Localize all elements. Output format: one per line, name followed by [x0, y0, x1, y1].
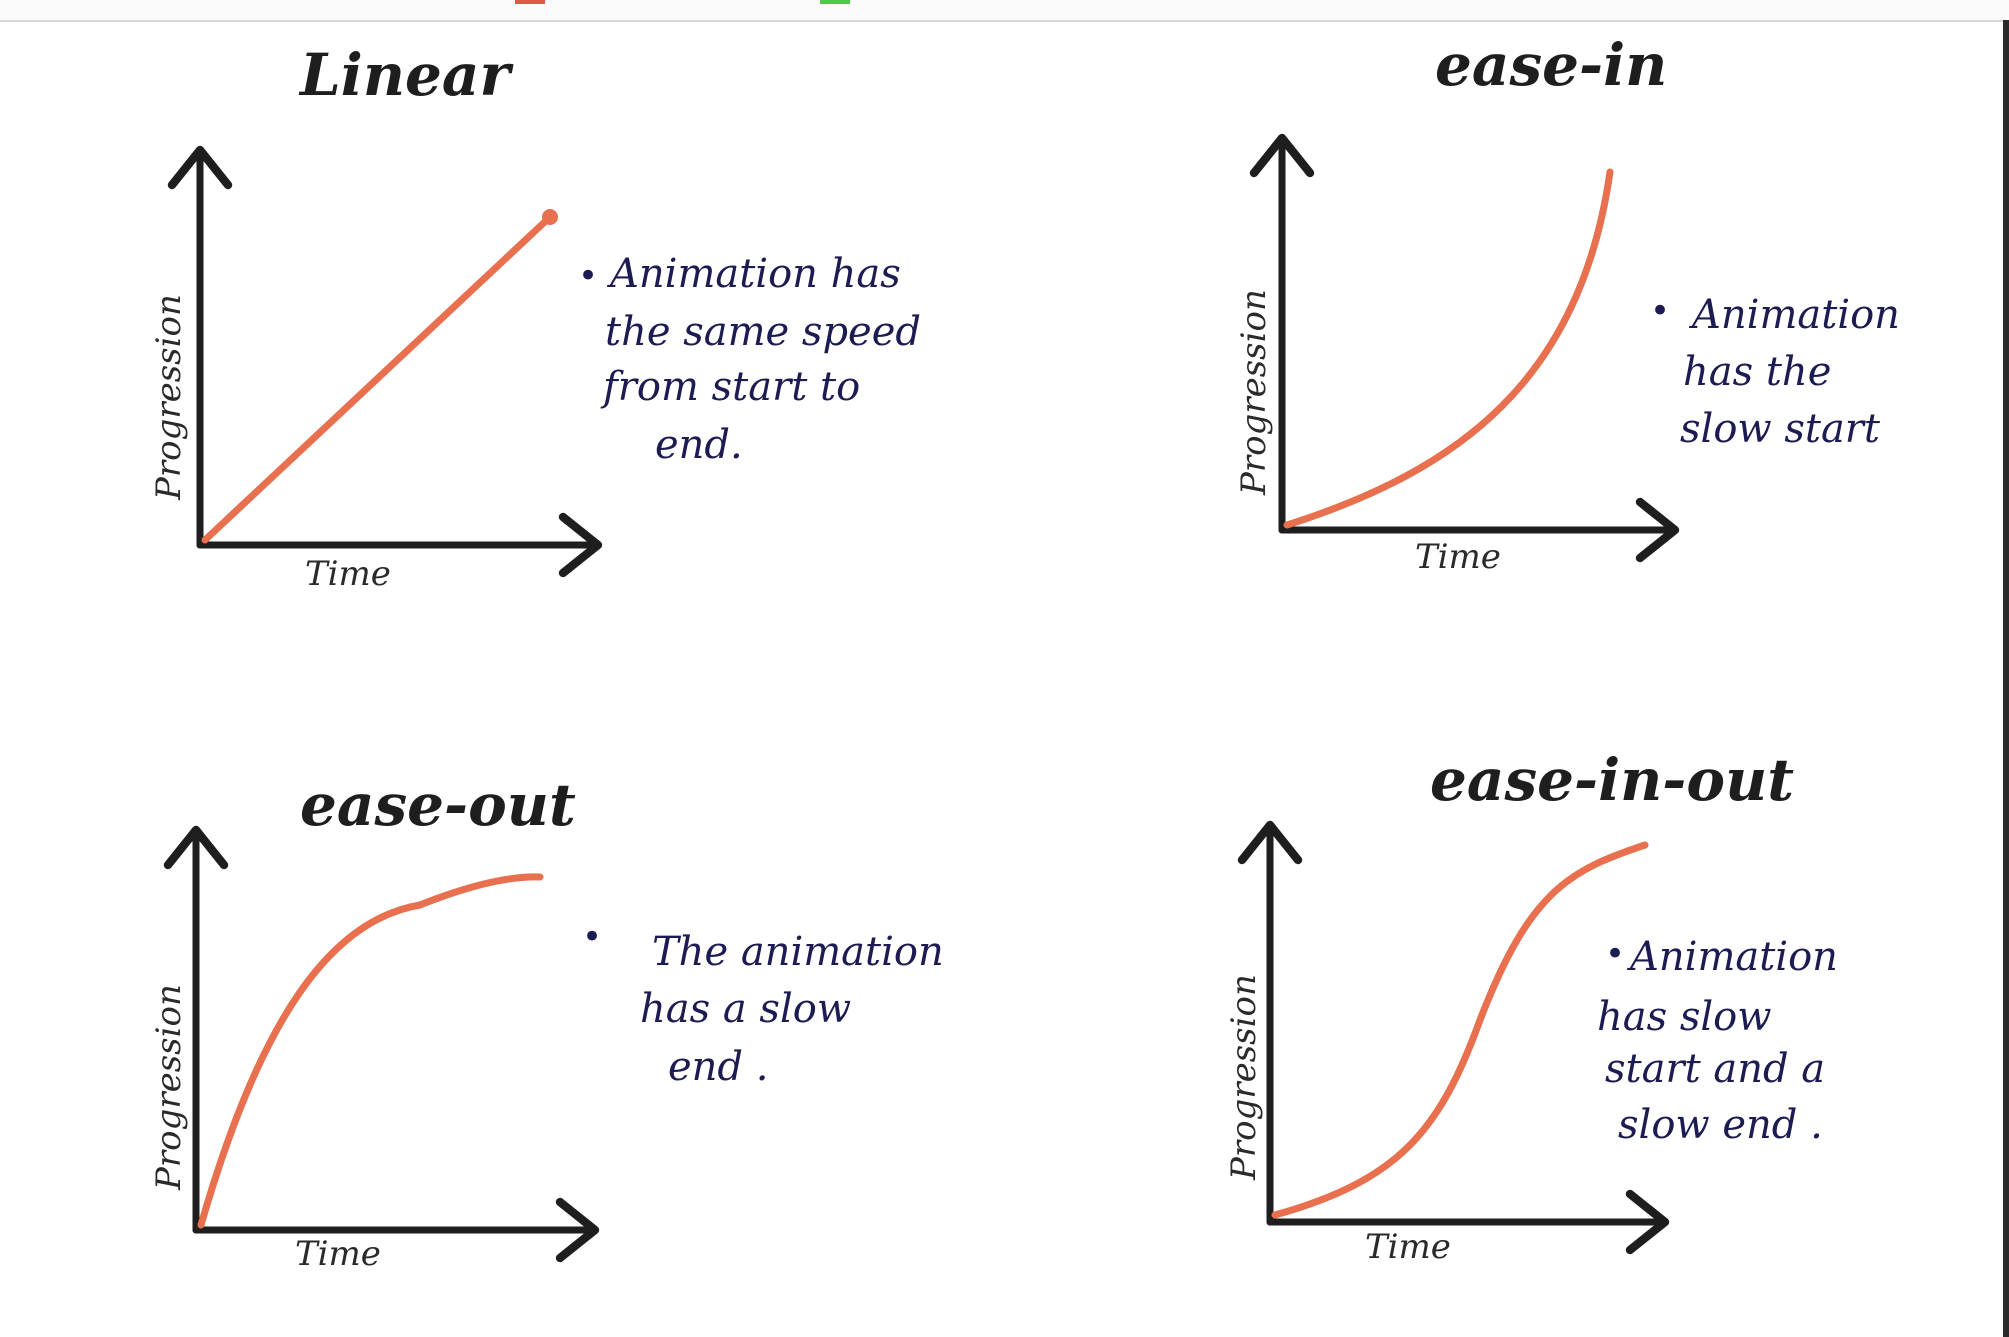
note-line-ease-in-3: slow start [1680, 406, 1881, 452]
note-line-linear-3: from start to [600, 364, 860, 410]
panel-ease-out: ease-out Progression Time • The animatio… [149, 771, 944, 1274]
note-bullet-ease-out: • [582, 917, 602, 957]
note-line-ease-out-3: end . [668, 1044, 768, 1090]
panel-ease-in-out: ease-in-out Progression Time • Animation… [1224, 746, 1838, 1267]
linear-curve [201, 213, 554, 544]
note-line-ease-in-out-3: start and a [1605, 1046, 1825, 1092]
ease-in-out-curve [1271, 841, 1649, 1219]
linear-curve-endpoint [542, 209, 558, 225]
note-line-ease-in-out-4: slow end . [1618, 1102, 1823, 1148]
note-line-linear-1: Animation has [606, 251, 901, 297]
x-axis-label-ease-in: Time [1415, 537, 1501, 577]
note-line-linear-4: end. [655, 422, 743, 468]
panel-title-ease-out: ease-out [300, 771, 576, 839]
page: Linear Progression Time • Animation has … [0, 0, 2009, 1337]
panel-ease-in: ease-in Progression Time • Animation has… [1234, 31, 1900, 577]
note-line-ease-in-out-2: has slow [1597, 994, 1772, 1040]
note-line-ease-in-out-1: Animation [1626, 934, 1838, 980]
panel-title-ease-in-out: ease-in-out [1430, 746, 1794, 814]
x-axis-label-ease-in-out: Time [1365, 1227, 1451, 1267]
note-bullet-ease-in-out: • [1605, 934, 1625, 974]
ease-in-curve [1283, 168, 1614, 529]
note-line-ease-in-1: Animation [1688, 292, 1900, 338]
panel-title-ease-in: ease-in [1435, 31, 1667, 99]
note-line-ease-out-2: has a slow [640, 986, 851, 1032]
panel-title-linear: Linear [298, 41, 514, 109]
x-axis-label-ease-out: Time [295, 1234, 381, 1274]
ease-out-curve [197, 873, 544, 1229]
note-bullet-ease-in: • [1650, 291, 1670, 331]
note-line-ease-out-1: The animation [652, 929, 944, 975]
note-line-ease-in-2: has the [1683, 349, 1831, 395]
note-bullet-linear: • [578, 256, 598, 296]
y-axis-label-ease-out: Progression [149, 984, 189, 1191]
x-axis-label-linear: Time [305, 554, 391, 594]
y-axis-label-ease-in: Progression [1234, 289, 1274, 496]
note-line-linear-2: the same speed [605, 309, 921, 355]
y-axis-label-linear: Progression [149, 294, 189, 501]
y-axis-label-ease-in-out: Progression [1224, 974, 1264, 1181]
panel-linear: Linear Progression Time • Animation has … [149, 41, 921, 594]
diagram-canvas: Linear Progression Time • Animation has … [149, 31, 1900, 1274]
